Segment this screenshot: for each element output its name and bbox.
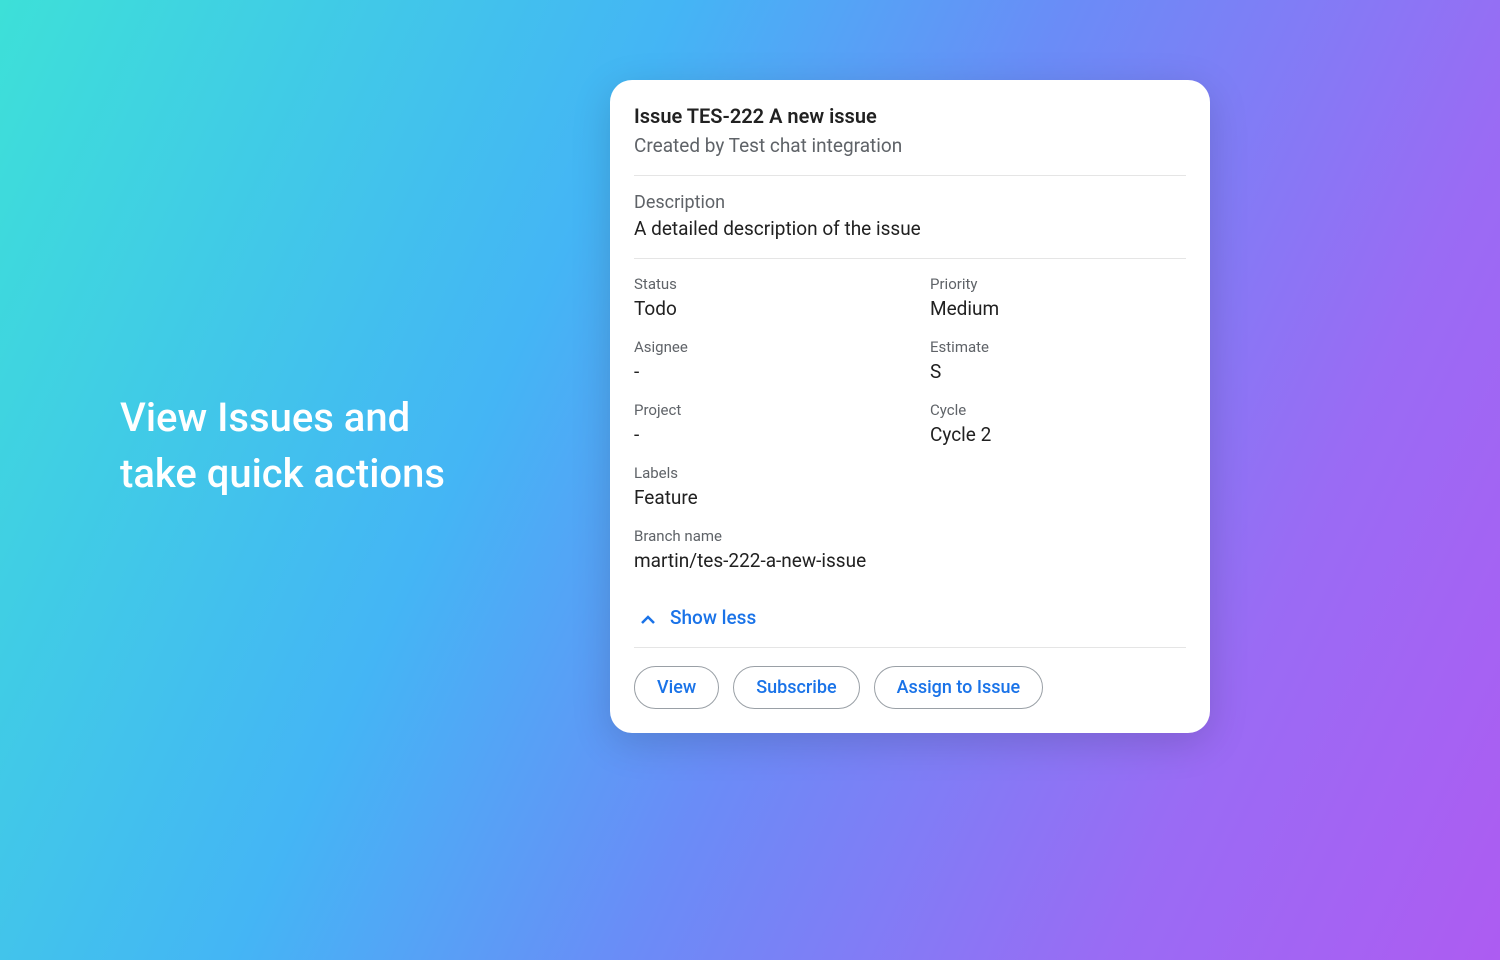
field-estimate: Estimate S — [930, 338, 1186, 383]
field-status-value: Todo — [634, 297, 890, 320]
description-value: A detailed description of the issue — [634, 217, 1186, 240]
field-project-value: - — [634, 423, 890, 446]
subscribe-button[interactable]: Subscribe — [733, 666, 859, 709]
issue-actions: View Subscribe Assign to Issue — [634, 648, 1186, 709]
show-less-label: Show less — [670, 606, 756, 629]
field-estimate-value: S — [930, 360, 1186, 383]
issue-title: Issue TES-222 A new issue — [634, 104, 1186, 128]
field-empty — [930, 464, 1186, 509]
field-estimate-label: Estimate — [930, 338, 1186, 356]
field-cycle-label: Cycle — [930, 401, 1186, 419]
field-branch: Branch name martin/tes-222-a-new-issue — [634, 527, 1186, 572]
field-project-label: Project — [634, 401, 890, 419]
field-assignee-value: - — [634, 360, 890, 383]
field-priority-value: Medium — [930, 297, 1186, 320]
field-labels-label: Labels — [634, 464, 890, 482]
field-status-label: Status — [634, 275, 890, 293]
field-assignee: Asignee - — [634, 338, 890, 383]
assign-to-issue-button[interactable]: Assign to Issue — [874, 666, 1044, 709]
field-branch-label: Branch name — [634, 527, 1186, 545]
field-cycle: Cycle Cycle 2 — [930, 401, 1186, 446]
issue-card: Issue TES-222 A new issue Created by Tes… — [610, 80, 1210, 733]
field-branch-value: martin/tes-222-a-new-issue — [634, 549, 1186, 572]
chevron-up-icon — [640, 610, 656, 626]
headline-line-1: View Issues and — [120, 390, 445, 446]
issue-card-header: Issue TES-222 A new issue Created by Tes… — [634, 104, 1186, 176]
field-priority: Priority Medium — [930, 275, 1186, 320]
headline-line-2: take quick actions — [120, 446, 445, 502]
field-cycle-value: Cycle 2 — [930, 423, 1186, 446]
marketing-headline: View Issues and take quick actions — [120, 390, 445, 502]
description-label: Description — [634, 192, 1186, 213]
issue-description-section: Description A detailed description of th… — [634, 176, 1186, 259]
field-priority-label: Priority — [930, 275, 1186, 293]
field-project: Project - — [634, 401, 890, 446]
issue-fields-section: Status Todo Priority Medium Asignee - Es… — [634, 259, 1186, 648]
field-status: Status Todo — [634, 275, 890, 320]
field-labels: Labels Feature — [634, 464, 890, 509]
field-labels-value: Feature — [634, 486, 890, 509]
view-button[interactable]: View — [634, 666, 719, 709]
issue-created-by: Created by Test chat integration — [634, 134, 1186, 157]
field-assignee-label: Asignee — [634, 338, 890, 356]
show-less-toggle[interactable]: Show less — [634, 590, 1186, 647]
